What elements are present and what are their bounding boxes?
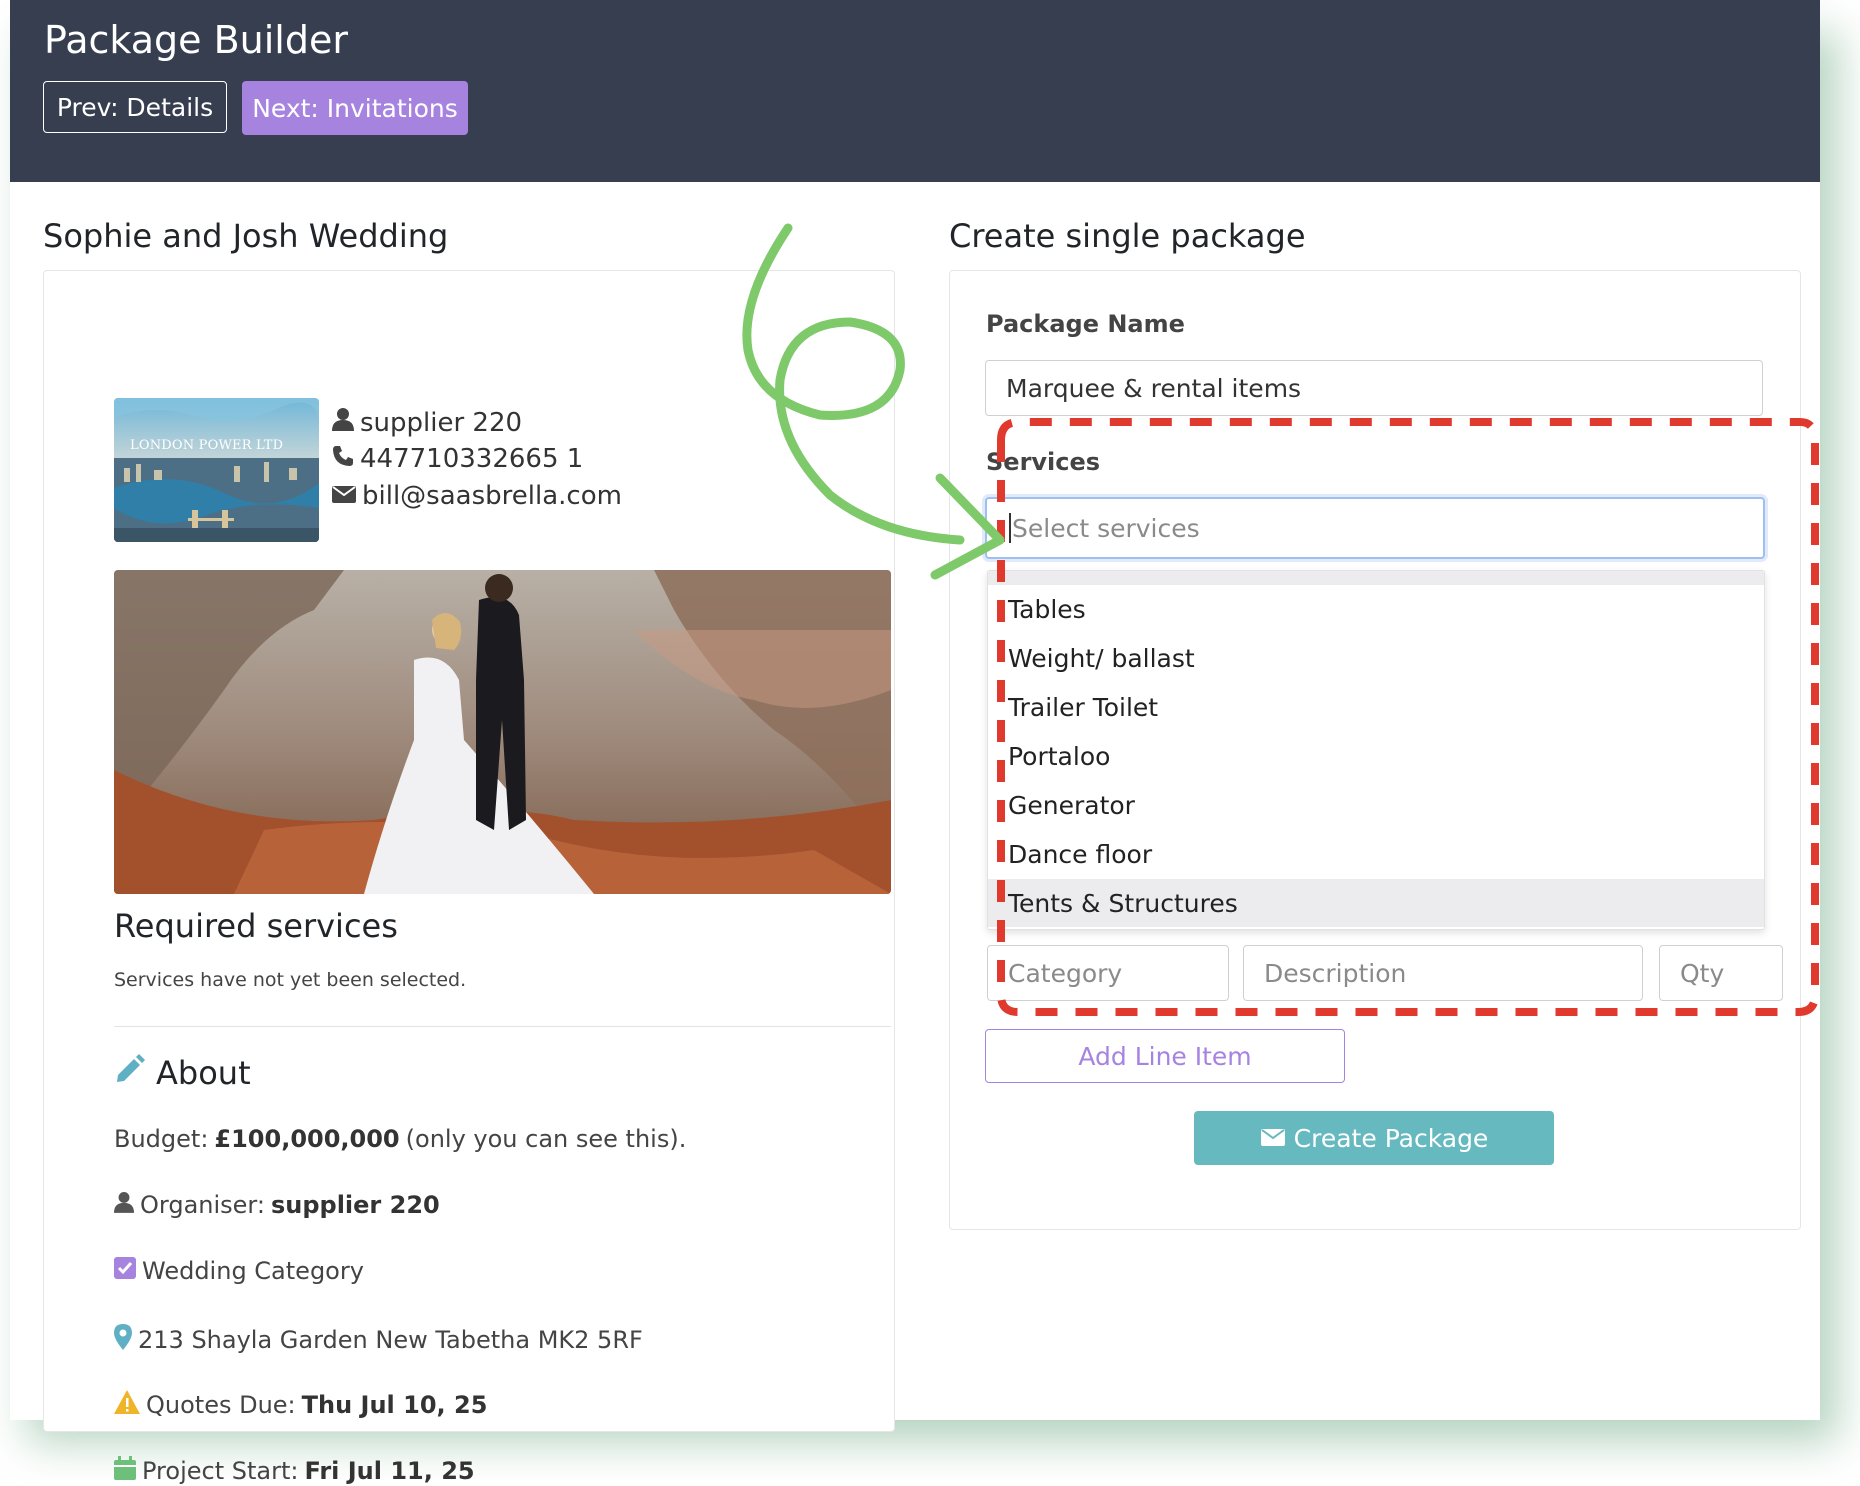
contact-name: supplier 220 <box>360 407 523 438</box>
section-divider <box>114 1026 891 1027</box>
event-title: Sophie and Josh Wedding <box>43 217 449 255</box>
organiser-value: supplier 220 <box>270 1191 440 1219</box>
address-value: 213 Shayla Garden New Tabetha MK2 5RF <box>138 1326 643 1354</box>
package-name-label: Package Name <box>986 310 1185 338</box>
project-start-label: Project Start: <box>142 1457 299 1485</box>
create-package-title: Create single package <box>949 217 1306 255</box>
required-services-title: Required services <box>114 907 398 945</box>
supplier-thumbnail: LONDON POWER LTD <box>114 398 319 542</box>
warning-icon <box>114 1390 140 1420</box>
category-row: Wedding Category <box>114 1257 364 1285</box>
calendar-icon <box>114 1456 136 1486</box>
service-option[interactable]: Portaloo <box>988 732 1764 780</box>
budget-label: Budget: <box>114 1125 209 1153</box>
prev-details-button[interactable]: Prev: Details <box>43 81 227 133</box>
check-square-icon <box>114 1257 136 1285</box>
line-item-category-input[interactable]: Category <box>987 945 1229 1001</box>
required-services-note: Services have not yet been selected. <box>114 969 467 991</box>
dropdown-top-strip <box>988 571 1764 585</box>
services-placeholder: Select services <box>1012 513 1200 543</box>
page-title: Package Builder <box>44 18 348 62</box>
address-row: 213 Shayla Garden New Tabetha MK2 5RF <box>114 1324 643 1356</box>
contact-phone-row: 447710332665 1 <box>332 444 583 474</box>
user-icon <box>332 407 354 438</box>
project-start-value: Fri Jul 11, 25 <box>304 1457 475 1485</box>
organiser-label: Organiser: <box>140 1191 265 1219</box>
quotes-due-row: Quotes Due: Thu Jul 10, 25 <box>114 1390 487 1420</box>
map-pin-icon <box>114 1324 132 1356</box>
contact-name-row: supplier 220 <box>332 407 522 438</box>
services-select-input[interactable]: Select services <box>985 497 1765 559</box>
phone-icon <box>332 444 354 474</box>
budget-note: (only you can see this). <box>405 1125 687 1153</box>
service-option[interactable]: Trailer Toilet <box>988 683 1764 731</box>
text-caret <box>1009 513 1011 543</box>
service-option[interactable]: Dance floor <box>988 830 1764 878</box>
services-label: Services <box>986 448 1101 476</box>
event-hero-image <box>114 570 891 894</box>
quotes-due-label: Quotes Due: <box>146 1391 296 1419</box>
user-icon <box>114 1191 134 1219</box>
pencil-icon <box>114 1053 146 1093</box>
service-option-highlighted[interactable]: Tents & Structures <box>988 879 1764 927</box>
contact-email-row: bill@saasbrella.com <box>332 481 622 511</box>
project-start-row: Project Start: Fri Jul 11, 25 <box>114 1456 475 1486</box>
service-option[interactable]: Weight/ ballast <box>988 634 1764 682</box>
organiser-row: Organiser: supplier 220 <box>114 1191 440 1219</box>
service-option[interactable]: Tables <box>988 585 1764 633</box>
package-name-input[interactable]: Marquee & rental items <box>985 360 1763 416</box>
category-value: Wedding Category <box>142 1257 364 1285</box>
envelope-icon <box>1260 1124 1286 1153</box>
quotes-due-value: Thu Jul 10, 25 <box>301 1391 488 1419</box>
budget-value: £100,000,000 <box>214 1125 400 1153</box>
contact-phone: 447710332665 1 <box>360 444 584 474</box>
add-line-item-button[interactable]: Add Line Item <box>985 1029 1345 1083</box>
budget-row: Budget: £100,000,000 (only you can see t… <box>114 1125 686 1153</box>
thumbnail-logo-text: LONDON POWER LTD <box>130 438 284 453</box>
event-card: LONDON POWER LTD supplier 220 4477103326… <box>43 270 895 1485</box>
about-title: About <box>156 1054 251 1092</box>
about-heading: About <box>114 1053 251 1093</box>
services-dropdown: Tables Weight/ ballast Trailer Toilet Po… <box>987 570 1765 930</box>
next-invitations-button[interactable]: Next: Invitations <box>242 81 468 135</box>
line-item-qty-input[interactable]: Qty <box>1659 945 1783 1001</box>
create-package-label: Create Package <box>1293 1123 1489 1153</box>
create-package-button[interactable]: Create Package <box>1194 1111 1554 1165</box>
line-item-description-input[interactable]: Description <box>1243 945 1643 1001</box>
envelope-icon <box>332 481 356 511</box>
top-bar: Package Builder Prev: Details Next: Invi… <box>10 0 1820 182</box>
service-option[interactable]: Generator <box>988 781 1764 829</box>
contact-email[interactable]: bill@saasbrella.com <box>362 481 622 511</box>
